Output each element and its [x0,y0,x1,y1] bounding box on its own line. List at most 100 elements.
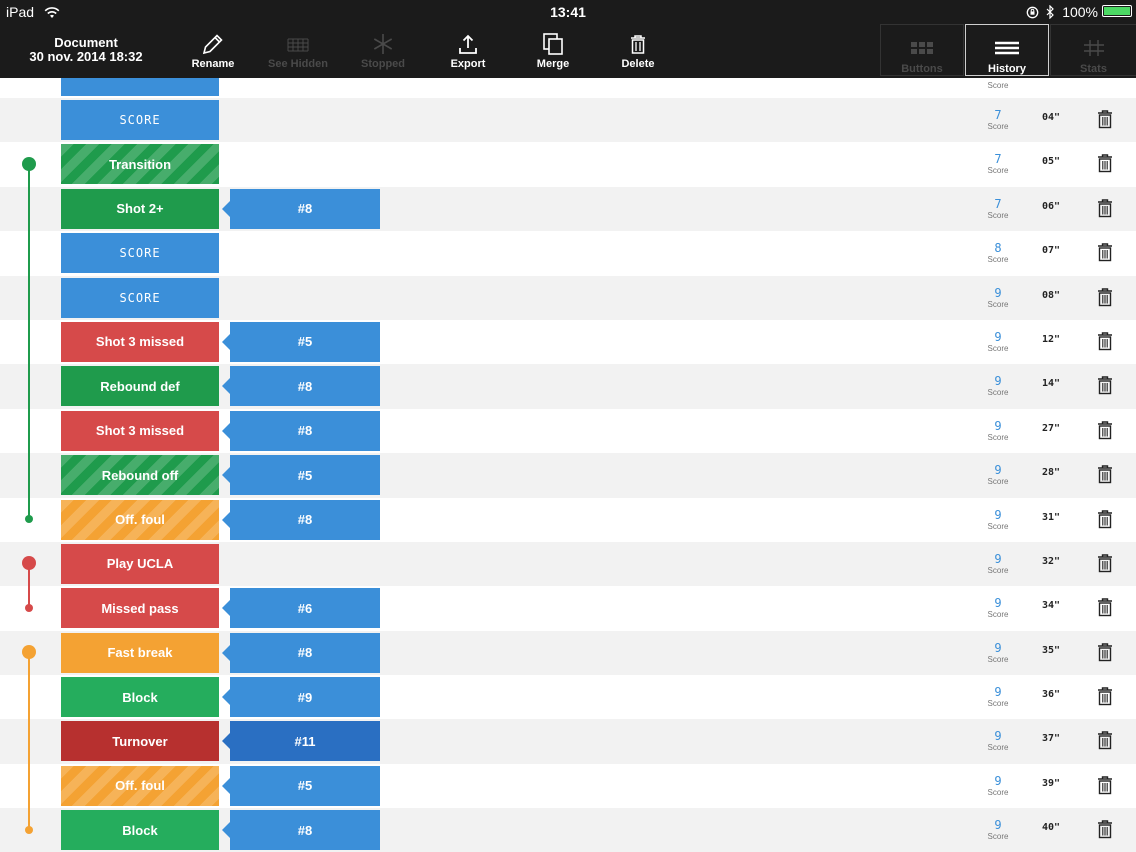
score-value: 9 [994,329,1002,344]
history-row: Rebound off #5 9 Score 28" [0,453,1136,498]
score-label: Score [987,210,1009,220]
status-time: 13:41 [550,4,586,20]
see-hidden-button[interactable]: See Hidden [258,30,338,76]
merge-label: Merge [536,58,570,70]
score-value: 9 [994,729,1002,744]
score-label: Score [987,122,1009,131]
score-value: 8 [994,241,1002,256]
score-label: Score [987,432,1009,442]
player-tag[interactable]: #8 [222,810,380,851]
history-row: Block #9 9 Score 36" [0,675,1136,719]
action-tag[interactable]: Play UCLA [61,543,219,584]
action-tag[interactable]: Turnover [61,721,219,762]
action-tag[interactable]: Shot 3 missed [61,321,219,362]
delete-row-icon[interactable] [1096,420,1114,440]
event-time: 06" [1041,200,1061,212]
player-tag[interactable]: #5 [222,455,380,496]
action-tag[interactable]: Shot 3 missed [61,410,219,451]
merge-button[interactable]: Merge [513,30,593,76]
export-button[interactable]: Export [428,30,508,76]
document-info: Document 30 nov. 2014 18:32 [20,36,152,64]
action-tag[interactable]: Rebound def [61,366,219,407]
delete-row-icon[interactable] [1096,597,1114,617]
tab-history[interactable]: History [965,24,1049,76]
action-tag[interactable]: Block [61,677,219,718]
delete-row-icon[interactable] [1096,464,1114,484]
delete-row-icon[interactable] [1096,287,1114,307]
score-value: 9 [994,818,1002,833]
action-tag[interactable]: Fast break [61,632,219,673]
delete-button[interactable]: Delete [598,30,678,76]
rename-button[interactable]: Rename [173,30,253,76]
delete-row-icon[interactable] [1096,153,1114,173]
snowflake-icon [373,34,393,54]
event-time: 31" [1041,511,1061,523]
status-right: 100% [1026,4,1098,20]
delete-row-icon[interactable] [1096,775,1114,795]
player-tag[interactable]: #8 [222,366,380,407]
tab-stats[interactable]: Stats [1050,24,1136,76]
delete-row-icon[interactable] [1096,730,1114,750]
history-row: SCORE 7 Score 04" [0,98,1136,143]
history-row: Play UCLA 9 Score 32" [0,541,1136,587]
score-label: Score [987,521,1009,531]
event-time: 35" [1041,644,1061,656]
action-tag[interactable]: Missed pass [61,588,219,629]
score-value: 7 [994,152,1002,167]
score-value: 9 [994,551,1002,566]
action-tag[interactable]: Transition [61,144,219,185]
action-tag[interactable]: Off. foul [61,765,219,806]
action-tag[interactable]: Block [61,810,219,851]
delete-row-icon[interactable] [1096,553,1114,573]
delete-row-icon[interactable] [1096,331,1114,351]
player-tag[interactable]: #9 [222,677,380,718]
player-tag[interactable]: #8 [222,499,380,540]
action-tag[interactable]: SCORE [61,100,219,140]
player-tag[interactable]: #5 [222,321,380,362]
history-row: Fast break #8 9 Score 35" [0,630,1136,676]
action-tag[interactable]: Off. foul [61,499,219,540]
score-value: 9 [994,285,1002,300]
delete-row-icon[interactable] [1096,819,1114,839]
action-tag[interactable]: SCORE [61,277,219,318]
event-time: 12" [1041,333,1061,345]
tab-stats-label: Stats [1080,63,1107,75]
player-tag[interactable]: #11 [222,721,380,762]
delete-row-icon[interactable] [1096,686,1114,706]
player-tag[interactable]: #8 [222,410,380,451]
buttons-icon [911,42,933,54]
action-tag[interactable]: SCORE [61,233,219,274]
stopped-button[interactable]: Stopped [343,30,423,76]
delete-row-icon[interactable] [1096,242,1114,262]
player-tag[interactable]: #8 [222,632,380,673]
event-time: 14" [1041,378,1061,390]
player-tag[interactable]: #5 [222,765,380,806]
battery-icon [1102,5,1132,17]
delete-row-icon[interactable] [1096,509,1114,529]
history-row: Missed pass #6 9 Score 34" [0,586,1136,630]
event-time: 34" [1041,600,1061,612]
trash-icon [631,35,645,54]
battery-percent: 100% [1062,4,1098,20]
delete-row-icon[interactable] [1096,109,1114,129]
score-label: Score [987,654,1009,664]
history-row: Transition 7 Score 05" [0,142,1136,186]
score-label: Score [987,610,1009,620]
player-tag[interactable]: #6 [222,588,380,629]
history-row: Shot 2+ #8 7 Score 06" [0,186,1136,232]
action-tag[interactable]: Shot 2+ [61,188,219,229]
delete-row-icon[interactable] [1096,642,1114,662]
delete-row-icon[interactable] [1096,198,1114,218]
score-value: 9 [994,596,1002,611]
delete-row-icon[interactable] [1096,375,1114,395]
score-value: 9 [994,374,1002,389]
player-tag[interactable]: #8 [222,188,380,229]
score-label: Score [987,743,1009,753]
export-icon [459,34,477,54]
score-label: Score [987,81,1009,90]
event-time: 40" [1041,822,1061,834]
event-time: 04" [1041,112,1061,123]
action-tag[interactable]: Rebound off [61,455,219,496]
tab-buttons[interactable]: Buttons [880,24,964,76]
score-label: Score [987,343,1009,353]
